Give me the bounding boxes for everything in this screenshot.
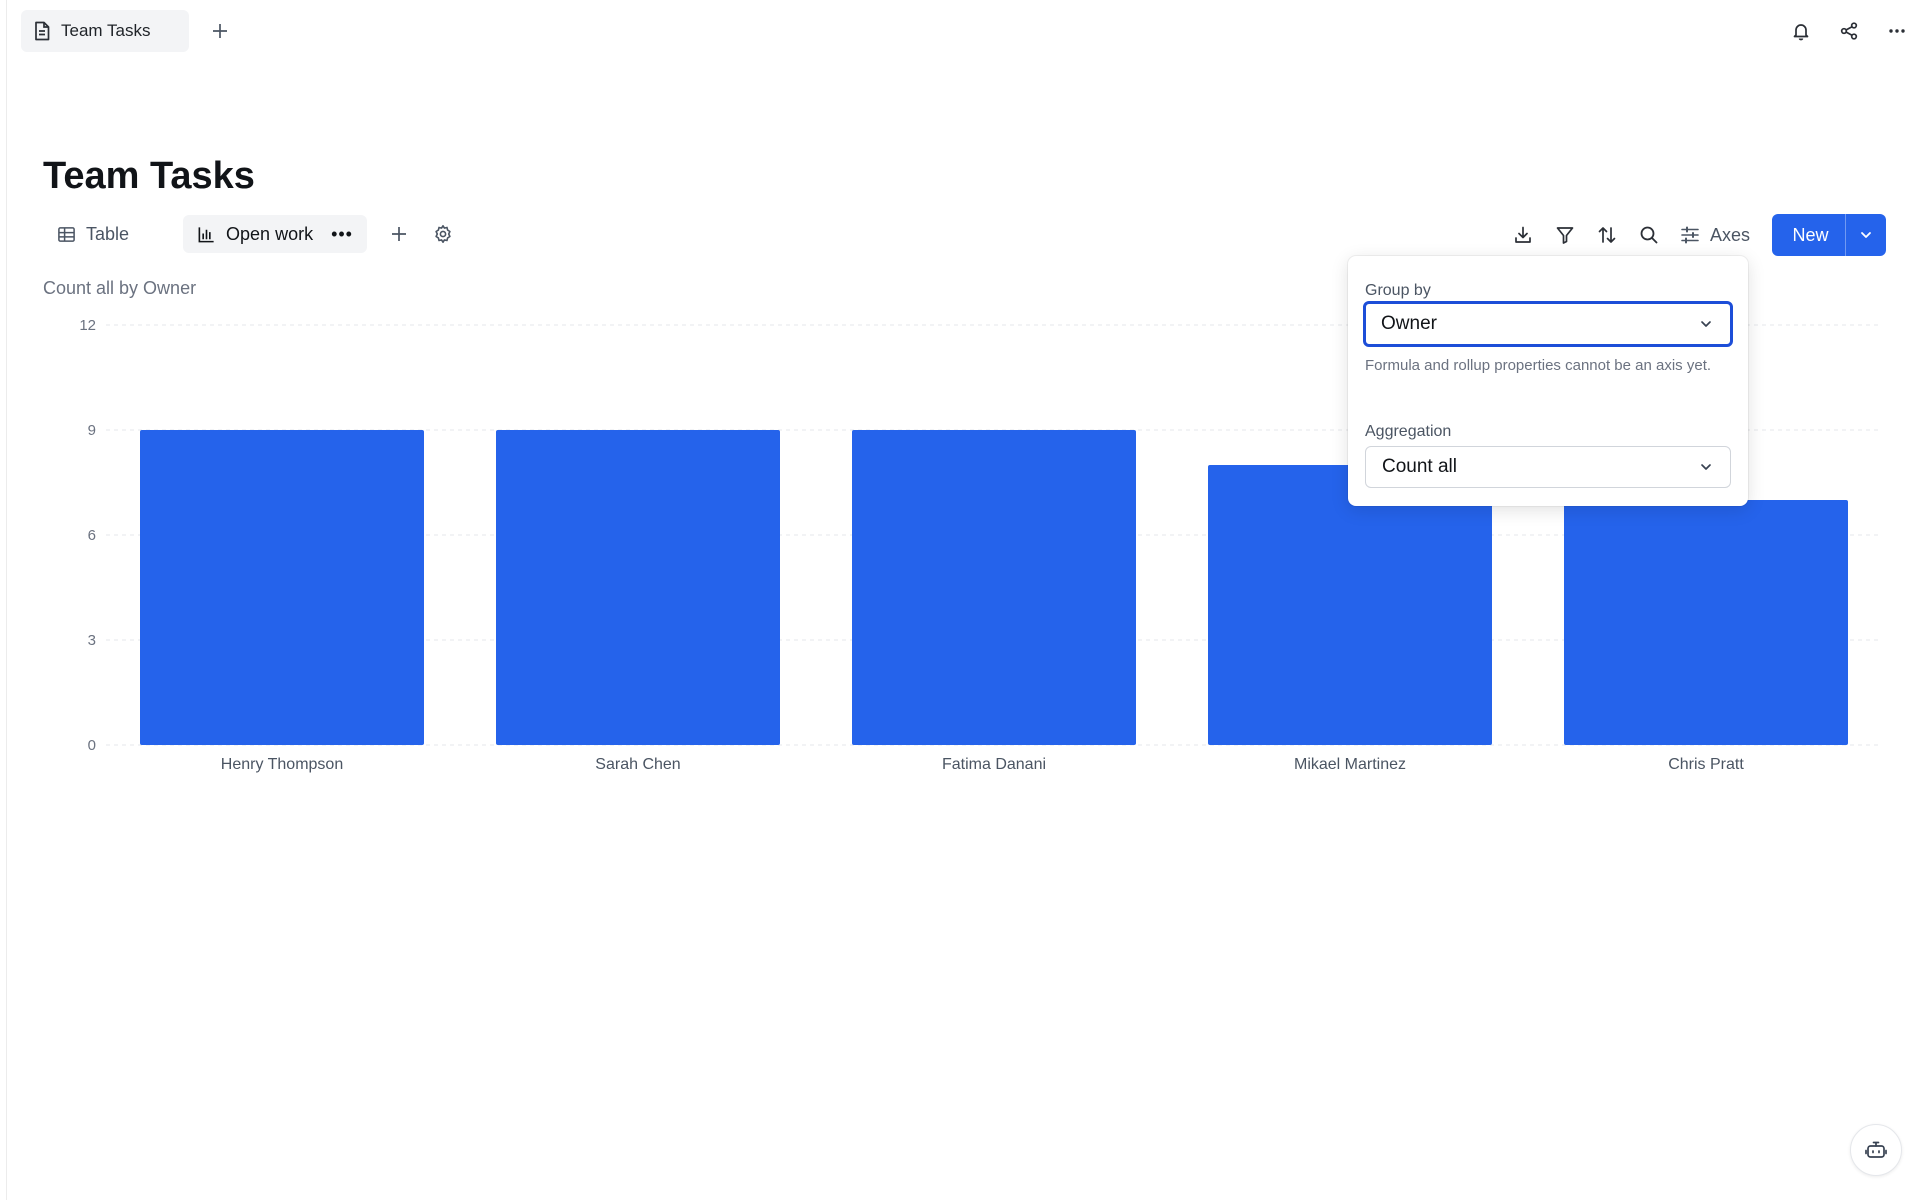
bar-sarah-chen[interactable] xyxy=(496,430,780,745)
tab-open-work[interactable]: Open work ••• xyxy=(183,215,367,253)
x-category-label: Henry Thompson xyxy=(221,756,343,773)
group-by-label: Group by xyxy=(1365,282,1431,299)
more-horizontal-icon xyxy=(1889,29,1905,33)
bell-icon xyxy=(1793,24,1809,41)
view-tabs: Table Open work ••• xyxy=(43,214,461,254)
axes-button[interactable]: Axes xyxy=(1680,225,1750,246)
aggregation-value: Count all xyxy=(1382,456,1457,477)
tab-table[interactable]: Table xyxy=(43,215,143,253)
doc-tab-label: Team Tasks xyxy=(61,21,151,40)
y-tick-label: 0 xyxy=(88,737,96,754)
page-title: Team Tasks xyxy=(43,155,255,197)
bar-chart-icon xyxy=(198,226,214,242)
document-icon xyxy=(35,21,50,41)
chevron-down-icon xyxy=(1861,232,1871,238)
search-button[interactable] xyxy=(1628,214,1670,256)
download-icon xyxy=(1515,226,1531,243)
tab-open-work-label: Open work xyxy=(226,223,314,244)
chevron-down-icon xyxy=(1701,464,1711,470)
x-category-label: Chris Pratt xyxy=(1668,756,1744,773)
table-icon xyxy=(58,226,75,242)
x-category-label: Mikael Martinez xyxy=(1294,756,1406,773)
axes-popover: Group by Owner Formula and rollup proper… xyxy=(1348,256,1748,506)
gear-icon xyxy=(435,225,451,243)
share-button[interactable] xyxy=(1833,15,1865,47)
new-options-button[interactable] xyxy=(1846,227,1886,243)
view-options-icon[interactable]: ••• xyxy=(331,224,353,245)
add-view-button[interactable] xyxy=(381,213,417,255)
bar-mikael-martinez[interactable] xyxy=(1208,465,1492,745)
view-settings-button[interactable] xyxy=(425,213,461,255)
x-category-label: Fatima Danani xyxy=(942,756,1046,773)
axes-label: Axes xyxy=(1709,224,1750,245)
group-by-value: Owner xyxy=(1381,313,1437,334)
top-bar: Team Tasks xyxy=(0,0,1920,62)
assistant-button[interactable] xyxy=(1850,1124,1902,1176)
plus-icon xyxy=(391,227,406,241)
aggregation-label: Aggregation xyxy=(1365,423,1452,440)
aggregation-select[interactable]: Count all xyxy=(1365,446,1731,488)
bar-chris-pratt[interactable] xyxy=(1564,500,1848,745)
y-tick-label: 12 xyxy=(79,317,96,334)
plus-icon xyxy=(213,24,227,38)
bar-fatima-danani[interactable] xyxy=(852,430,1136,745)
bar-henry-thompson[interactable] xyxy=(140,430,424,745)
y-tick-label: 6 xyxy=(88,527,96,544)
doc-tab-team-tasks[interactable]: Team Tasks xyxy=(21,10,189,52)
y-tick-label: 3 xyxy=(88,632,96,649)
group-by-hint: Formula and rollup properties cannot be … xyxy=(1365,357,1712,374)
more-options-button[interactable] xyxy=(1881,15,1913,47)
new-button-label: New xyxy=(1792,224,1829,245)
view-toolbar: Axes New xyxy=(1502,214,1886,256)
sort-icon xyxy=(1598,227,1616,243)
x-category-label: Sarah Chen xyxy=(595,756,680,773)
y-tick-label: 9 xyxy=(88,422,96,439)
search-icon xyxy=(1640,226,1658,244)
new-button[interactable]: New xyxy=(1772,214,1886,256)
group-by-select[interactable]: Owner xyxy=(1363,301,1733,347)
chevron-down-icon xyxy=(1701,321,1711,327)
add-tab-button[interactable] xyxy=(204,15,236,47)
tab-table-label: Table xyxy=(86,223,130,244)
share-icon xyxy=(1840,22,1858,40)
chart-title: Count all by Owner xyxy=(43,278,197,298)
download-button[interactable] xyxy=(1502,214,1544,256)
robot-icon xyxy=(1865,1141,1887,1158)
sort-button[interactable] xyxy=(1586,214,1628,256)
filter-button[interactable] xyxy=(1544,214,1586,256)
notifications-button[interactable] xyxy=(1785,15,1817,47)
sliders-icon xyxy=(1681,226,1699,244)
filter-icon xyxy=(1556,227,1574,244)
